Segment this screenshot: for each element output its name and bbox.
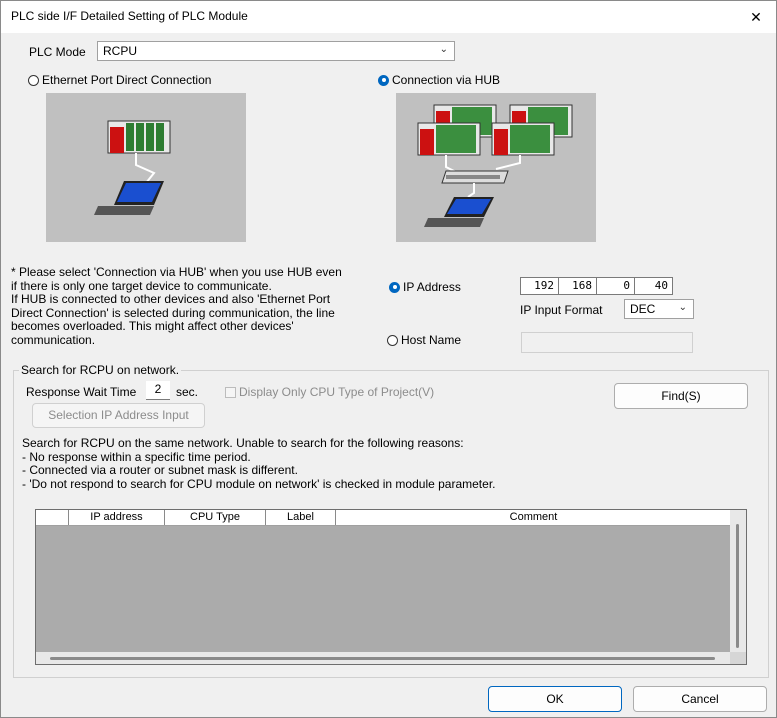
chevron-down-icon: ⌄ [678,302,687,313]
hub-connection-radio[interactable]: Connection via HUB [378,73,500,87]
scroll-thumb[interactable] [736,524,739,648]
wait-time-unit: sec. [176,385,199,399]
checkbox-box [225,386,236,398]
laptop-icon [424,197,494,227]
wait-time-label: Response Wait Time [26,385,137,399]
direct-connection-label: Ethernet Port Direct Connection [42,73,212,87]
column-header-label[interactable]: Label [266,510,336,525]
laptop-icon [94,181,164,215]
selection-ip-button[interactable]: Selection IP Address Input [32,403,205,428]
search-group-label: Search for RCPU on network. [19,363,182,377]
hub-icon [441,170,509,184]
window-title: PLC side I/F Detailed Setting of PLC Mod… [11,9,248,23]
host-name-label: Host Name [401,333,462,347]
ip-address-radio[interactable]: IP Address [389,280,461,294]
note-line: Direct Connection' is selected during co… [11,305,335,320]
note-line: If HUB is connected to other devices and… [11,292,331,306]
ip-address-label: IP Address [403,280,461,294]
cancel-button[interactable]: Cancel [633,686,767,712]
scroll-thumb[interactable] [50,657,715,660]
radio-dot-checked [389,281,400,293]
ip-format-value: DEC [630,302,656,316]
info-line: - 'Do not respond to search for CPU modu… [22,476,496,491]
hub-connection-label: Connection via HUB [392,73,501,87]
note-line: becomes overloaded. This might affect ot… [11,319,294,333]
note-line: * Please select 'Connection via HUB' whe… [11,265,342,279]
display-only-checkbox[interactable]: Display Only CPU Type of Project(V) [225,385,434,399]
column-header-comment[interactable]: Comment [336,510,731,525]
ip-address-input[interactable]: 192 168 0 40 [520,277,673,295]
dialog-window: PLC side I/F Detailed Setting of PLC Mod… [0,0,777,718]
plc-mode-select[interactable]: RCPU ⌄ [97,41,455,61]
scrollbar-corner [730,652,746,664]
plc-module-icon [491,122,555,156]
ip-octet-3[interactable]: 0 [597,278,635,294]
ip-octet-1[interactable]: 192 [521,278,559,294]
table-header: IP address CPU Type Label Comment [36,510,731,526]
close-icon[interactable]: ✕ [744,5,768,29]
ok-button[interactable]: OK [488,686,622,712]
info-line: - Connected via a router or subnet mask … [22,463,298,477]
column-header-cpu-type[interactable]: CPU Type [165,510,266,525]
plc-module-icon [417,122,481,156]
plc-mode-label: PLC Mode [29,45,86,59]
find-button[interactable]: Find(S) [614,383,748,409]
hub-note: * Please select 'Connection via HUB' whe… [11,265,371,347]
column-header-ip-address[interactable]: IP address [69,510,165,525]
display-only-label: Display Only CPU Type of Project(V) [239,385,435,399]
title-bar: PLC side I/F Detailed Setting of PLC Mod… [1,1,776,33]
info-line: Search for RCPU on the same network. Una… [22,436,464,450]
note-line: if there is only one target device to co… [11,278,272,293]
radio-dot-unchecked [387,334,398,346]
host-name-input[interactable] [521,332,693,353]
direct-connection-radio[interactable]: Ethernet Port Direct Connection [28,73,211,87]
direct-connection-image [46,93,246,242]
search-info: Search for RCPU on the same network. Una… [22,436,722,491]
results-table[interactable]: IP address CPU Type Label Comment [35,509,747,665]
info-line: - No response within a specific time per… [22,449,251,464]
chevron-down-icon: ⌄ [439,44,448,55]
vertical-scrollbar[interactable] [730,510,746,664]
host-name-radio[interactable]: Host Name [387,333,461,347]
hub-connection-image [396,93,596,242]
column-header-row-index[interactable] [36,510,69,525]
ip-octet-2[interactable]: 168 [559,278,597,294]
radio-dot-checked [378,74,389,86]
radio-dot-unchecked [28,74,39,86]
wait-time-input[interactable]: 2 [146,381,170,400]
ip-octet-4[interactable]: 40 [635,278,672,294]
plc-module-icon [107,120,171,154]
plc-mode-value: RCPU [103,44,138,58]
note-line: communication. [11,332,96,347]
horizontal-scrollbar[interactable] [36,652,730,664]
ip-format-select[interactable]: DEC ⌄ [624,299,694,319]
ip-format-label: IP Input Format [520,303,603,317]
